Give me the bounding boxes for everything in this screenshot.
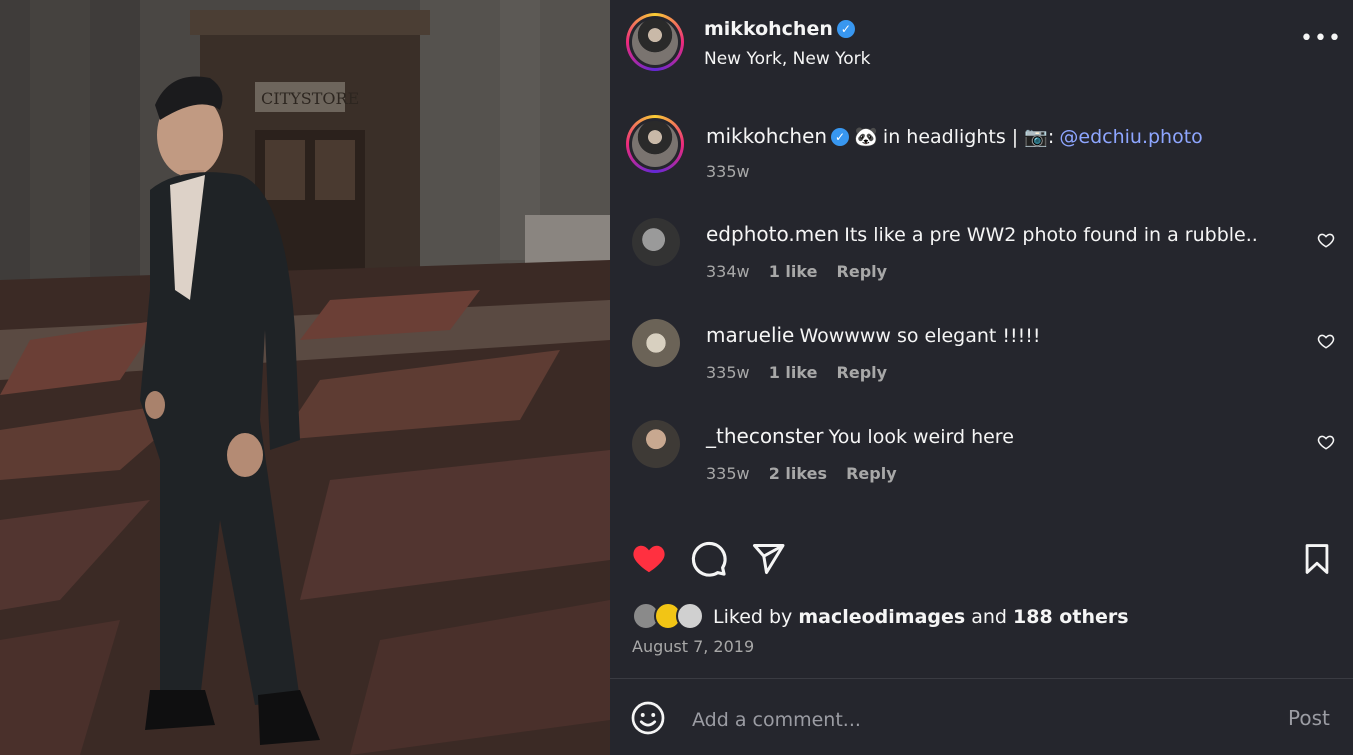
comment-username[interactable]: edphoto.men: [706, 222, 839, 246]
share-icon[interactable]: [750, 541, 786, 577]
comment-reply-button[interactable]: Reply: [837, 262, 888, 281]
post-sidebar: mikkohchen ✓ New York, New York ••• mikko…: [610, 0, 1353, 755]
caption-avatar[interactable]: [626, 115, 684, 173]
post-date[interactable]: August 7, 2019: [632, 637, 754, 656]
comment-icon[interactable]: [690, 540, 728, 578]
comment-username[interactable]: maruelie: [706, 323, 794, 347]
comment-input[interactable]: [690, 703, 1234, 737]
divider: [610, 678, 1353, 679]
caption-time: 335w: [706, 162, 750, 181]
comment-avatar[interactable]: [632, 420, 680, 468]
comment-likes[interactable]: 1 like: [769, 262, 818, 281]
comment-row: _theconster You look weird here: [706, 424, 1014, 448]
liked-by-prefix: Liked by: [713, 606, 799, 628]
verified-badge-icon: ✓: [831, 128, 850, 146]
comment-time: 334w: [706, 262, 750, 281]
smiley-icon[interactable]: [630, 700, 666, 736]
comment-avatar[interactable]: [632, 319, 680, 367]
heart-filled-icon[interactable]: [630, 540, 668, 576]
comment-like-heart-icon[interactable]: [1317, 231, 1335, 249]
comment-meta: 335w 1 like Reply: [706, 363, 887, 382]
bookmark-icon[interactable]: [1300, 541, 1334, 577]
camera-emoji: 📷: [1024, 126, 1048, 148]
post-location[interactable]: New York, New York: [704, 49, 871, 69]
caption-emoji: 🐼: [854, 126, 878, 148]
author-avatar[interactable]: [626, 13, 684, 71]
post-photo[interactable]: CITYSTORE: [0, 0, 610, 755]
comment-username[interactable]: _theconster: [706, 424, 824, 448]
post-author: mikkohchen ✓: [704, 18, 855, 40]
verified-badge-icon: ✓: [836, 20, 855, 38]
post-comment-button[interactable]: Post: [1288, 706, 1330, 730]
comment-row: maruelie Wowwww so elegant !!!!!: [706, 323, 1041, 347]
comment-text: You look weird here: [828, 426, 1014, 448]
comment-avatar[interactable]: [632, 218, 680, 266]
comment-text: Its like a pre WW2 photo found in a rubb…: [844, 224, 1258, 246]
comment-text: Wowwww so elegant !!!!!: [799, 325, 1041, 347]
citystore-sign: CITYSTORE: [261, 89, 359, 108]
liked-by: Liked by macleodimages and 188 others: [713, 606, 1129, 628]
comment-meta: 335w 2 likes Reply: [706, 464, 897, 483]
more-horizontal-icon[interactable]: •••: [1300, 26, 1342, 51]
caption-username[interactable]: mikkohchen: [706, 124, 827, 148]
comment-row: edphoto.men Its like a pre WW2 photo fou…: [706, 222, 1258, 246]
caption-text: in headlights |: [882, 126, 1025, 148]
author-username[interactable]: mikkohchen: [704, 18, 833, 40]
comment-reply-button[interactable]: Reply: [837, 363, 888, 382]
liker-avatar[interactable]: [676, 602, 704, 630]
comment-time: 335w: [706, 363, 750, 382]
comment-reply-button[interactable]: Reply: [846, 464, 897, 483]
liked-by-others[interactable]: 188 others: [1013, 606, 1129, 628]
caption: mikkohchen ✓ 🐼 in headlights | 📷: @edchiu…: [706, 124, 1203, 148]
caption-colon: :: [1047, 126, 1055, 148]
comment-likes[interactable]: 2 likes: [769, 464, 827, 483]
comment-time: 335w: [706, 464, 750, 483]
caption-mention[interactable]: @edchiu.photo: [1059, 126, 1202, 148]
comment-like-heart-icon[interactable]: [1317, 433, 1335, 451]
comment-like-heart-icon[interactable]: [1317, 332, 1335, 350]
post-photo-illustration: CITYSTORE: [0, 0, 610, 755]
comment-meta: 334w 1 like Reply: [706, 262, 887, 281]
liked-by-middle: and: [965, 606, 1014, 628]
comment-likes[interactable]: 1 like: [769, 363, 818, 382]
liked-by-user[interactable]: macleodimages: [798, 606, 965, 628]
